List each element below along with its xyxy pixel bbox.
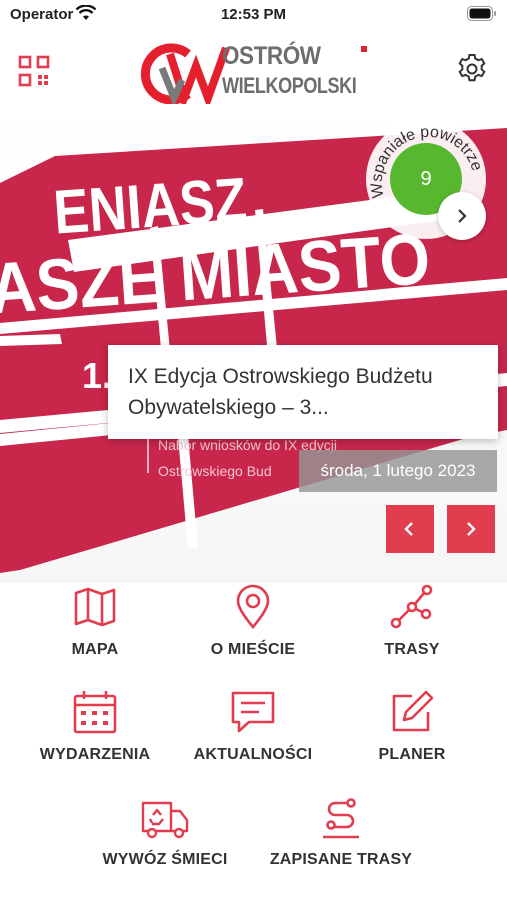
qr-code-icon	[18, 55, 50, 87]
svg-text:Wspaniałe powietrze: Wspaniałe powietrze	[368, 124, 485, 199]
status-bar: Operator 12:53 PM	[0, 0, 507, 30]
garbage-truck-icon	[141, 801, 189, 839]
clock: 12:53 PM	[220, 6, 287, 23]
gear-icon	[458, 54, 486, 82]
chevron-left-icon	[404, 522, 413, 536]
news-title: IX Edycja Ostrowskiego Budżetu Obywatels…	[128, 365, 433, 419]
chevron-right-icon	[458, 209, 467, 223]
previous-news-button[interactable]	[386, 505, 434, 553]
chevron-right-icon	[467, 522, 476, 536]
menu-item-o-miescie[interactable]: O MIEŚCIE	[178, 583, 328, 673]
menu-label: TRASY	[384, 641, 440, 658]
menu-item-trasy[interactable]: TRASY	[337, 583, 487, 673]
logo-mark-icon	[140, 43, 230, 104]
settings-button[interactable]	[455, 52, 489, 86]
news-date: środa, 1 lutego 2023	[299, 450, 497, 492]
menu-label: ZAPISANE TRASY	[269, 851, 413, 868]
city-logo: OSTRÓW WIELKOPOLSKI	[140, 40, 375, 104]
map-icon	[74, 587, 116, 627]
menu-item-zapisane-trasy[interactable]: ZAPISANE TRASY	[266, 793, 416, 883]
menu-item-planer[interactable]: PLANER	[337, 688, 487, 778]
logo-dot	[361, 46, 367, 52]
menu-item-wywoz-smieci[interactable]: WYWÓZ ŚMIECI	[90, 793, 240, 883]
menu-item-wydarzenia[interactable]: WYDARZENIA	[20, 688, 170, 778]
location-pin-icon	[236, 584, 270, 630]
air-quality-label: Wspaniałe powietrze	[368, 124, 485, 199]
calendar-icon	[73, 691, 117, 734]
banner-subtext-2: Ostrowskiego Bud	[158, 463, 272, 479]
menu-label: WYDARZENIA	[39, 746, 151, 763]
message-icon	[231, 691, 275, 733]
battery-icon	[467, 6, 497, 26]
saved-route-icon	[323, 798, 359, 839]
logo-line-2: WIELKOPOLSKI	[222, 73, 357, 98]
qr-code-button[interactable]	[15, 52, 53, 90]
air-quality-details-button[interactable]	[438, 192, 486, 240]
menu-item-mapa[interactable]: MAPA	[20, 583, 170, 673]
app-header: OSTRÓW WIELKOPOLSKI	[0, 34, 507, 106]
edit-icon	[392, 690, 434, 732]
logo-line-1: OSTRÓW	[222, 42, 321, 70]
route-icon	[390, 584, 433, 629]
menu-item-aktualnosci[interactable]: AKTUALNOŚCI	[178, 688, 328, 778]
next-news-button[interactable]	[447, 505, 495, 553]
menu-label: AKTUALNOŚCI	[193, 746, 313, 763]
news-card[interactable]: IX Edycja Ostrowskiego Budżetu Obywatels…	[108, 345, 498, 439]
menu-label: WYWÓZ ŚMIECI	[102, 851, 228, 868]
menu-label: PLANER	[378, 746, 446, 763]
menu-label: O MIEŚCIE	[210, 641, 296, 658]
menu-label: MAPA	[71, 641, 119, 658]
main-menu: MAPA O MIEŚCIE TRASY WYDARZENIA AKTUALNO…	[0, 583, 507, 883]
